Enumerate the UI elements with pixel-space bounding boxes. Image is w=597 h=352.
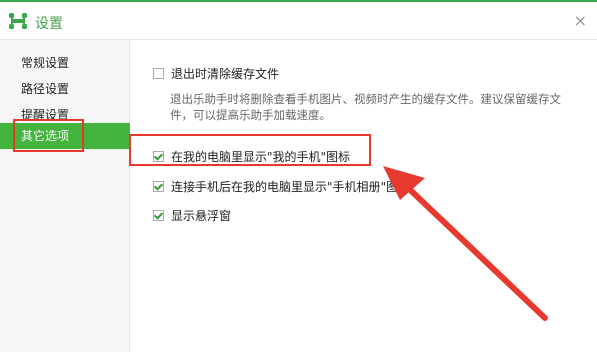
clear-cache-label: 退出时清除缓存文件 [171, 66, 280, 81]
option-show-float-window[interactable]: 显示悬浮窗 [153, 207, 231, 223]
show-float-window-checkbox[interactable] [153, 209, 164, 221]
settings-sidebar: 常规设置 路径设置 提醒设置 其它选项 [0, 40, 130, 352]
app-logo-icon [9, 13, 27, 29]
sidebar-item-general[interactable]: 常规设置 [0, 50, 130, 76]
show-phone-album-checkbox[interactable] [153, 180, 164, 192]
show-phone-album-label: 连接手机后在我的电脑里显示"手机相册"图标 [171, 179, 411, 194]
sidebar-item-path[interactable]: 路径设置 [0, 76, 130, 102]
annotation-highlight-option [129, 134, 371, 166]
annotation-highlight-sidebar [13, 119, 84, 152]
title-bar: 设置 × [0, 2, 597, 40]
clear-cache-description: 退出乐助手时将删除查看手机图片、视频时产生的缓存文件。建议保留缓存文件，可以提高… [170, 92, 561, 122]
show-float-window-label: 显示悬浮窗 [171, 208, 232, 223]
option-clear-cache[interactable]: 退出时清除缓存文件 [153, 65, 279, 81]
clear-cache-checkbox[interactable] [153, 67, 164, 79]
window-title: 设置 [35, 16, 63, 32]
settings-content: 退出时清除缓存文件 退出乐助手时将删除查看手机图片、视频时产生的缓存文件。建议保… [130, 40, 597, 352]
close-icon[interactable]: × [574, 11, 587, 30]
option-show-phone-album[interactable]: 连接手机后在我的电脑里显示"手机相册"图标 [153, 178, 410, 194]
